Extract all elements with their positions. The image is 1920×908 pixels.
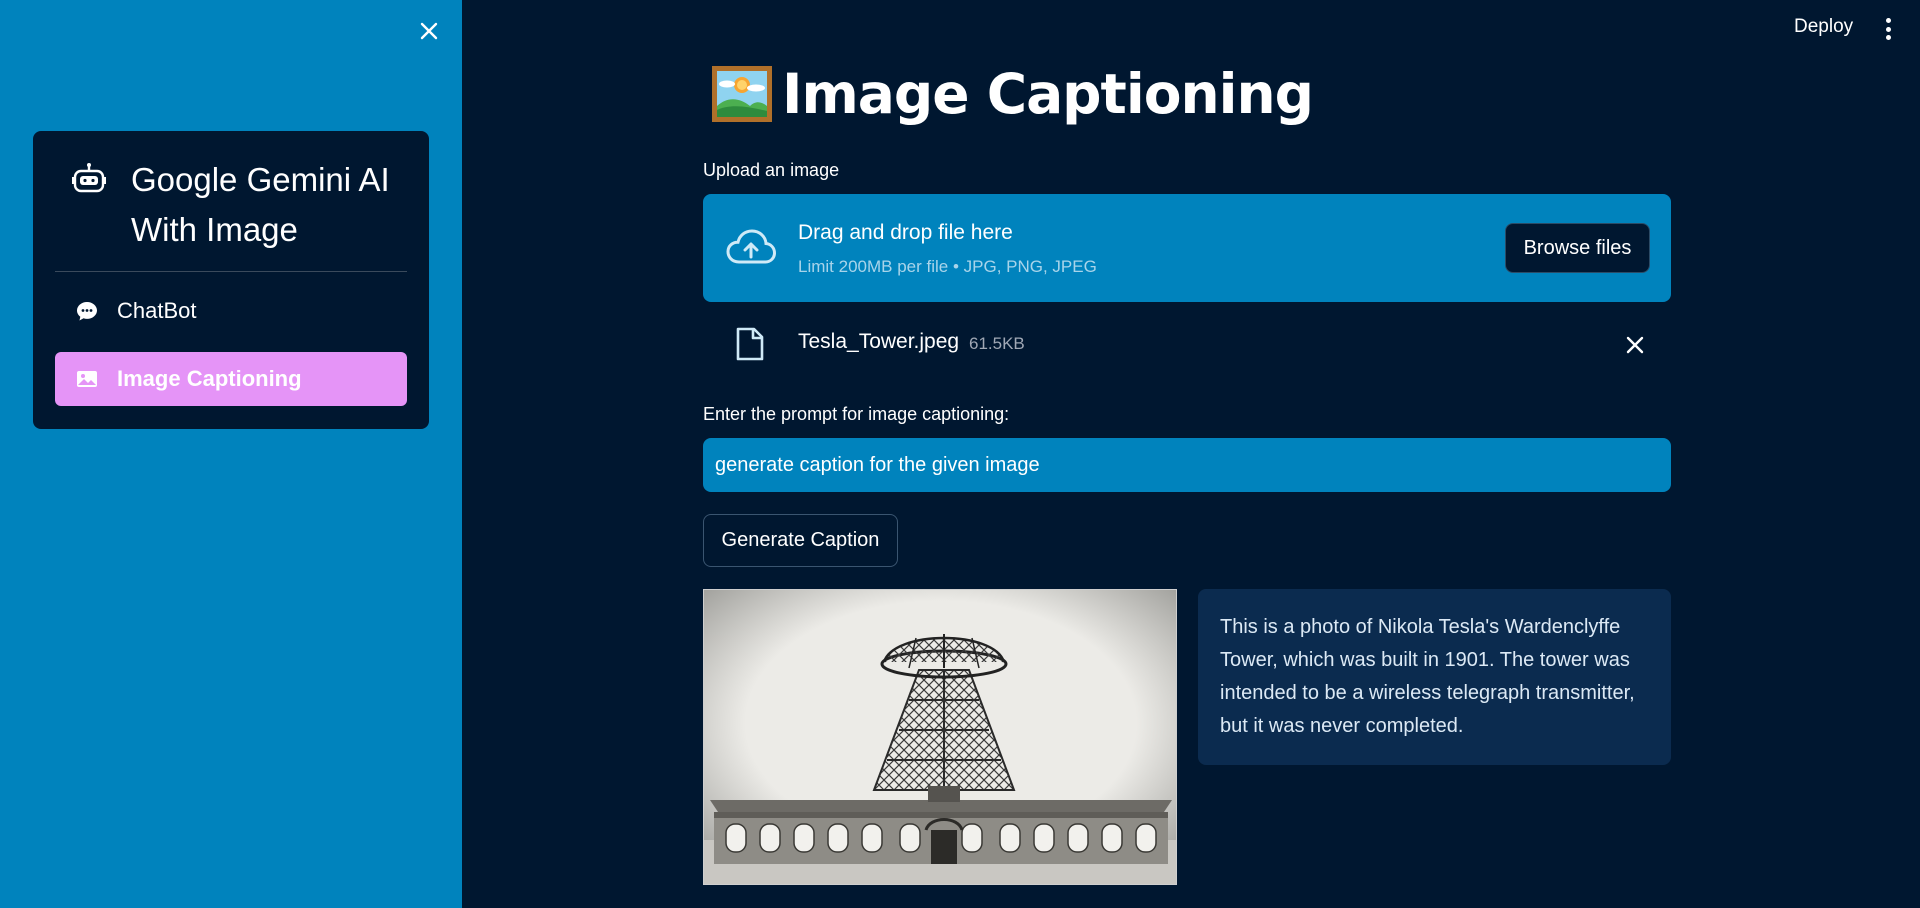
page-title-text: Image Captioning [782, 62, 1314, 126]
sidebar: Google Gemini AI With Image ChatBot Imag… [0, 0, 462, 908]
uploaded-image-preview [703, 589, 1177, 885]
menu-item-label: Image Captioning [117, 366, 302, 391]
file-dropzone[interactable]: Drag and drop file here Limit 200MB per … [703, 194, 1671, 302]
menu-item-image-captioning[interactable]: Image Captioning [55, 352, 407, 406]
menu-title-text: Google Gemini AI With Image [131, 161, 390, 248]
menu-item-label: ChatBot [117, 298, 197, 323]
file-icon [736, 327, 764, 361]
browse-files-button[interactable]: Browse files [1505, 223, 1650, 273]
framed-picture-icon [712, 66, 772, 122]
prompt-label: Enter the prompt for image captioning: [703, 404, 1010, 424]
image-icon [77, 371, 97, 387]
remove-file-icon[interactable] [1624, 334, 1646, 356]
generate-caption-button[interactable]: Generate Caption [703, 514, 898, 567]
generated-caption: This is a photo of Nikola Tesla's Warden… [1198, 589, 1671, 765]
prompt-input[interactable] [703, 438, 1671, 492]
upload-label: Upload an image [703, 160, 840, 180]
page-title: Image Captioning [710, 62, 1314, 126]
dropzone-title: Drag and drop file here [798, 221, 1013, 244]
close-sidebar-icon[interactable] [416, 18, 442, 44]
menu-item-chatbot[interactable]: ChatBot [55, 284, 407, 338]
robot-icon [72, 163, 106, 193]
menu-title: Google Gemini AI With Image [55, 155, 407, 255]
uploaded-file-row: Tesla_Tower.jpeg 61.5KB [703, 320, 1671, 370]
dropzone-hint: Limit 200MB per file • JPG, PNG, JPEG [798, 257, 1097, 276]
cloud-upload-icon [726, 229, 777, 264]
uploaded-file-size: 61.5KB [969, 334, 1025, 353]
navigation-menu: Google Gemini AI With Image ChatBot Imag… [33, 131, 429, 429]
menu-divider [55, 271, 407, 272]
chat-icon [77, 302, 97, 321]
tower-photo [704, 590, 1176, 884]
deploy-button[interactable]: Deploy [1794, 16, 1853, 38]
uploaded-file-name: Tesla_Tower.jpeg [798, 330, 960, 353]
main-menu-icon[interactable] [1880, 16, 1896, 42]
